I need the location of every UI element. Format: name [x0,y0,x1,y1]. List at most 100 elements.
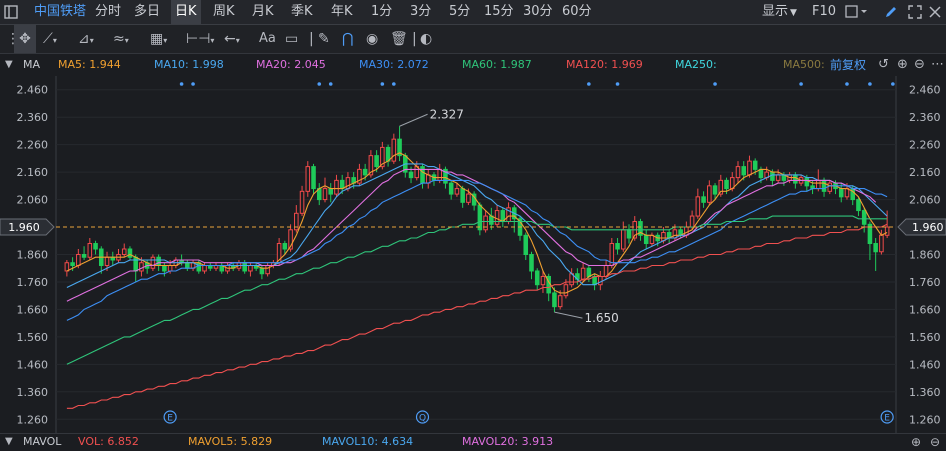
comment-icon[interactable]: ▭ [285,25,298,53]
close-icon[interactable] [929,0,941,24]
legend-mavol5: MAVOL5: 5.829 [188,435,273,448]
tick-label-right: 1.560 [909,331,941,344]
candle-body [328,188,334,195]
wave-tool-icon[interactable]: ≈▾ [113,25,129,55]
annotations: 1.960 1.960 2.327 1.650 E Q E [0,82,946,424]
more-icon[interactable]: ⋯ [931,54,944,76]
signal-dot [179,82,184,86]
signal-dot [380,82,385,86]
add-icon[interactable]: ⊕ [897,54,908,76]
text-tool-button[interactable]: Aa [259,25,276,53]
candle-body [93,243,98,250]
tick-label-right: 2.260 [909,139,941,152]
sidebar-toggle-icon[interactable] [4,0,20,24]
expand-icon[interactable] [908,0,922,24]
period-tab-2[interactable]: 日K [171,0,201,24]
tick-label-left: 2.360 [17,111,49,124]
tick-label-left: 2.060 [17,194,49,207]
tick-label-right: 1.660 [909,303,941,316]
candle-body [735,166,741,179]
candle-body [615,243,620,250]
tick-label-left: 1.460 [17,358,49,371]
candle-body [494,210,500,225]
measure-tool-icon[interactable]: ⊢⊣▾ [186,25,214,55]
kline-chart[interactable]: 2.460 2.460 2.360 2.360 2.260 2.260 2.160 2.160… [0,76,946,433]
period-tab-0[interactable]: 分时 [95,0,121,24]
collapse-icon[interactable]: ▼ [5,54,13,76]
annotation-leader [554,311,583,319]
ma-lines [66,152,888,409]
magnet-icon[interactable]: ⋂ [342,25,353,53]
period-toolbar: 中国铁塔 分时 多日 日K 周K 月K 季K 年K 1分 3分 5分 15分 3… [0,0,946,25]
volume-collapse-icon[interactable]: ▼ [5,434,13,450]
signal-dot [799,82,803,86]
candle-body [724,179,729,190]
legend-ma10: MA10: 1.998 [154,58,224,71]
trash-icon[interactable]: 🗑 [390,25,408,53]
candle-body [827,182,833,192]
toggle-icon[interactable]: ◐ [420,25,432,53]
tick-label-right: 1.360 [909,386,941,399]
f10-button[interactable]: F10 [812,0,836,24]
period-tab-1[interactable]: 多日 [134,0,160,24]
period-tab-4[interactable]: 月K [252,0,274,24]
crosshair-icon[interactable]: ✥ [14,25,36,53]
period-tab-12[interactable]: 60分 [562,0,592,24]
period-tab-7[interactable]: 1分 [371,0,392,24]
tick-label-left: 1.660 [17,303,49,316]
candle-body [265,264,270,275]
candle-body [454,188,460,195]
legend-ma120: MA120: 1.969 [566,58,643,71]
volume-add-icon[interactable]: ⊕ [911,434,921,450]
checkbox-menu-button[interactable] [845,0,869,24]
signal-dot [328,82,333,86]
candle-body [747,160,752,176]
candle-body [884,226,890,236]
channel-tool-icon[interactable]: ⊿▾ [78,25,94,55]
pen-icon[interactable] [884,0,898,24]
display-menu-button[interactable]: 显示 ▼ [762,0,797,24]
period-tab-10[interactable]: 15分 [484,0,514,24]
arrow-tool-icon[interactable]: ←▾ [224,25,240,55]
adjust-mode-button[interactable]: 前复权 [830,54,866,76]
indicator-name[interactable]: MA [23,54,40,76]
period-tab-8[interactable]: 3分 [410,0,431,24]
candle-body [879,234,884,253]
candle-body [202,264,207,272]
ma-line-ma60 [66,215,888,365]
candle-body [196,262,202,272]
candle-body [76,254,81,266]
candle-body [322,188,328,201]
current-price-label-left: 1.960 [8,221,40,234]
candle-body [305,166,311,192]
period-tab-6[interactable]: 年K [331,0,353,24]
legend-ma5: MA5: 1.944 [58,58,121,71]
candle-body [592,275,597,286]
period-tab-9[interactable]: 5分 [449,0,470,24]
candle-body [133,256,138,272]
tick-label-right: 2.160 [909,166,941,179]
candle-body [437,168,442,181]
undo-icon[interactable]: ↺ [878,54,889,76]
volume-remove-icon[interactable]: ⊖ [930,434,940,450]
signal-dot [191,82,195,86]
legend-ma60: MA60: 1.987 [462,58,532,71]
volume-indicator-name[interactable]: MAVOL [23,434,61,450]
eraser-pen-icon[interactable]: ✎ [318,25,330,53]
candle-body [156,256,161,266]
tick-label-right: 2.060 [909,194,941,207]
candle-body [529,254,534,272]
candle-body [483,215,488,231]
line-tool-icon[interactable]: ⟋▾ [43,25,57,55]
candle-body [242,262,247,272]
remove-icon[interactable]: ⊖ [914,54,925,76]
period-tab-11[interactable]: 30分 [523,0,553,24]
fib-tool-icon[interactable]: ▦▾ [150,25,167,55]
period-tab-5[interactable]: 季K [291,0,313,24]
candle-body [448,182,454,195]
candle-body [185,262,190,269]
eye-icon[interactable]: ◉ [366,25,378,53]
legend-ma30: MA30: 2.072 [359,58,429,71]
stock-name[interactable]: 中国铁塔 [34,0,86,24]
period-tab-3[interactable]: 周K [213,0,235,24]
